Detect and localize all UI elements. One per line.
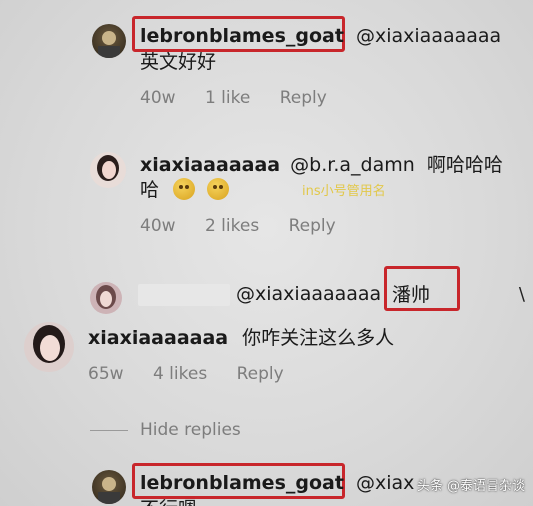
username[interactable]: xiaxiaaaaaaa: [140, 154, 280, 176]
watermark: 头条 @泰语冒杂谈: [416, 479, 525, 494]
comment-header: lebronblames_goat @xiax: [140, 471, 414, 495]
comment-header: @xiaxiaaaaaaa: [236, 282, 381, 306]
like-count[interactable]: 2 likes: [205, 216, 259, 236]
comment-meta: 40w 2 likes Reply: [140, 216, 360, 236]
comment-meta: 65w 4 likes Reply: [88, 364, 308, 384]
avatar-image: [33, 325, 65, 363]
overlay-label: ins小号管用名: [302, 184, 386, 199]
comment-text: 哈: [140, 179, 160, 201]
username[interactable]: lebronblames_goat: [140, 25, 344, 47]
hide-replies-button[interactable]: Hide replies: [140, 420, 241, 440]
comment-text-line2: 哈: [140, 178, 235, 202]
emoji-icon: [207, 178, 230, 200]
comment-meta: 40w 1 like Reply: [140, 88, 351, 108]
avatar-image: [98, 477, 120, 504]
avatar-image: [97, 155, 119, 181]
comment-text: 潘帅: [392, 284, 431, 306]
mention-link[interactable]: @xiax: [356, 472, 414, 494]
comment-header: lebronblames_goat @xiaxiaaaaaaa: [140, 24, 501, 48]
reply-button[interactable]: Reply: [237, 364, 284, 384]
avatar-image: [98, 31, 120, 58]
timestamp: 65w: [88, 364, 124, 384]
comment-text: 不行嗯: [140, 497, 197, 506]
side-mark: \: [518, 284, 525, 305]
comment-text: 英文好好: [140, 51, 217, 73]
reply-button[interactable]: Reply: [289, 216, 336, 236]
avatar[interactable]: [92, 24, 126, 58]
divider-line: [90, 430, 128, 431]
mention-link[interactable]: @xiaxiaaaaaaa: [356, 25, 501, 47]
comment-header: xiaxiaaaaaaa @b.r.a_damn 啊哈哈哈: [140, 153, 503, 177]
comment-text: 啊哈哈哈: [426, 154, 503, 176]
comment-header: xiaxiaaaaaaa 你咋关注这么多人: [88, 326, 394, 350]
username[interactable]: lebronblames_goat: [140, 472, 344, 494]
avatar[interactable]: [90, 282, 122, 314]
avatar-image: [96, 285, 116, 309]
avatar[interactable]: [92, 470, 126, 504]
mention-link[interactable]: @xiaxiaaaaaaa: [236, 283, 381, 305]
reply-button[interactable]: Reply: [280, 88, 327, 108]
like-count[interactable]: 1 like: [205, 88, 250, 108]
timestamp: 40w: [140, 88, 176, 108]
blurred-username: [138, 284, 230, 306]
avatar[interactable]: [90, 152, 126, 188]
comment-text: 你咋关注这么多人: [242, 327, 395, 349]
mention-link[interactable]: @b.r.a_damn: [290, 154, 415, 176]
timestamp: 40w: [140, 216, 176, 236]
like-count[interactable]: 4 likes: [153, 364, 207, 384]
avatar[interactable]: [24, 322, 74, 372]
background: [0, 0, 533, 506]
username[interactable]: xiaxiaaaaaaa: [88, 327, 228, 349]
emoji-icon: [173, 178, 196, 200]
